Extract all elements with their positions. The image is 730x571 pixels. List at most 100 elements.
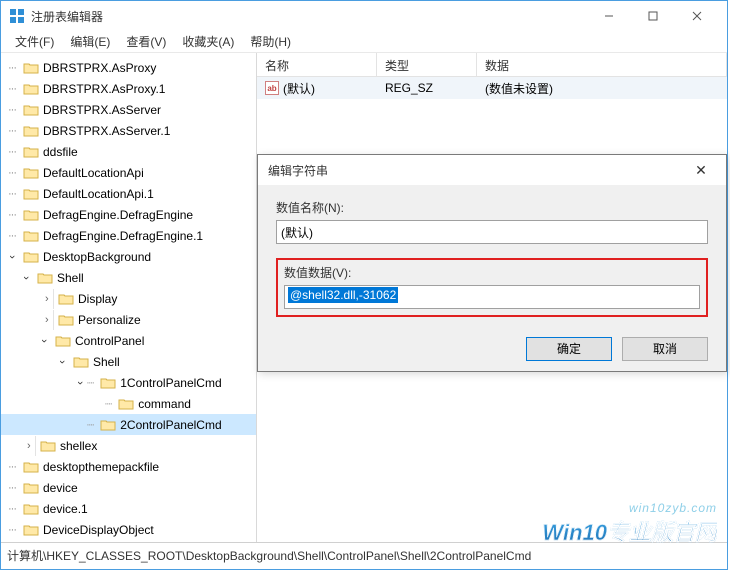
tree-pane[interactable]: DBRSTPRX.AsProxy DBRSTPRX.AsProxy.1 DBRSTP… [1,53,257,542]
tree-item[interactable]: Personalize [1,309,256,330]
menu-file[interactable]: 文件(F) [7,31,62,52]
expander-icon[interactable] [5,209,19,221]
tree-item[interactable]: Display [1,288,256,309]
edit-string-dialog: 编辑字符串 ✕ 数值名称(N): 数值数据(V): @shell32.dll,-… [257,154,727,372]
tree-item-label: DBRSTPRX.AsServer [43,103,161,117]
column-type[interactable]: 类型 [377,53,477,76]
dialog-buttons: 确定 取消 [276,331,708,361]
ok-button[interactable]: 确定 [526,337,612,361]
tree-item[interactable]: DBRSTPRX.AsProxy.1 [1,78,256,99]
expander-icon[interactable] [5,524,19,536]
content-area: DBRSTPRX.AsProxy DBRSTPRX.AsProxy.1 DBRSTP… [1,53,727,542]
tree-item-label: ddsfile [43,145,78,159]
tree-item[interactable]: ControlPanel [1,330,256,351]
expander-icon[interactable] [37,310,54,330]
expander-icon[interactable] [5,62,19,74]
expander-icon[interactable] [5,125,19,137]
value-name: (默认) [283,80,315,97]
dialog-titlebar[interactable]: 编辑字符串 ✕ [258,155,726,185]
expander-icon[interactable] [5,503,19,515]
expander-icon[interactable] [73,377,87,389]
tree-item[interactable]: ┈1ControlPanelCmd [1,372,256,393]
tree-item-label: Shell [57,271,84,285]
list-pane[interactable]: 名称 类型 数据 ab (默认) REG_SZ(数值未设置) 编辑字符串 ✕ 数值名… [257,53,727,542]
tree-item-label: DefaultLocationApi.1 [43,187,154,201]
cancel-button[interactable]: 取消 [622,337,708,361]
tree-item-label: Shell [93,355,120,369]
tree-item-label: DefaultLocationApi [43,166,144,180]
tree-item[interactable]: ┈command [1,393,256,414]
list-row[interactable]: ab (默认) REG_SZ(数值未设置) [257,77,727,99]
column-data[interactable]: 数据 [477,53,727,76]
expander-icon[interactable] [19,436,36,456]
tree-item-label: device.1 [43,502,88,516]
tree-item[interactable]: ┈2ControlPanelCmd [1,414,256,435]
tree-item-label: 2ControlPanelCmd [120,418,221,432]
menu-edit[interactable]: 编辑(E) [62,31,118,52]
column-name[interactable]: 名称 [257,53,377,76]
value-type: REG_SZ [377,81,477,95]
tree-item[interactable]: DefaultLocationApi [1,162,256,183]
tree-item[interactable]: Shell [1,267,256,288]
value-name-input[interactable] [276,220,708,244]
window-title: 注册表编辑器 [31,8,587,25]
dialog-body: 数值名称(N): 数值数据(V): @shell32.dll,-31062 确定… [258,185,726,371]
tree-item-label: 1ControlPanelCmd [120,376,221,390]
string-icon: ab [265,81,279,95]
tree-item[interactable]: shellex [1,435,256,456]
statusbar: 计算机\HKEY_CLASSES_ROOT\DesktopBackground\… [1,542,727,568]
tree-item[interactable]: DBRSTPRX.AsServer [1,99,256,120]
tree-item-label: Personalize [78,313,141,327]
tree-item-label: DefragEngine.DefragEngine.1 [43,229,203,243]
value-data-label: 数值数据(V): [284,264,700,281]
app-icon [9,8,25,24]
tree-item-label: DBRSTPRX.AsProxy [43,61,156,75]
tree-item-label: desktopthemepackfile [43,460,159,474]
close-button[interactable] [675,2,719,30]
expander-icon[interactable] [5,230,19,242]
minimize-button[interactable] [587,2,631,30]
value-name-label: 数值名称(N): [276,199,708,216]
tree-item[interactable]: ddsfile [1,141,256,162]
value-data-input[interactable] [284,285,700,309]
tree-item-label: DeviceDisplayObject [43,523,154,537]
expander-icon[interactable] [19,272,33,284]
expander-icon[interactable] [37,335,51,347]
list-rows: ab (默认) REG_SZ(数值未设置) [257,77,727,99]
tree-item-label: DBRSTPRX.AsProxy.1 [43,82,165,96]
tree-item[interactable]: Shell [1,351,256,372]
expander-icon[interactable] [5,167,19,179]
expander-icon[interactable] [5,146,19,158]
menu-view[interactable]: 查看(V) [118,31,174,52]
tree-item[interactable]: DefragEngine.DefragEngine [1,204,256,225]
menu-help[interactable]: 帮助(H) [242,31,299,52]
tree-item[interactable]: desktopthemepackfile [1,456,256,477]
window-controls [587,2,719,30]
titlebar[interactable]: 注册表编辑器 [1,1,727,31]
tree-item[interactable]: DefragEngine.DefragEngine.1 [1,225,256,246]
expander-icon[interactable] [5,461,19,473]
expander-icon[interactable] [5,104,19,116]
tree-item[interactable]: DefaultLocationApi.1 [1,183,256,204]
tree-item-label: ControlPanel [75,334,144,348]
expander-icon[interactable] [5,188,19,200]
expander-icon[interactable] [37,289,54,309]
tree-item-label: DBRSTPRX.AsServer.1 [43,124,170,138]
tree-item[interactable]: device [1,477,256,498]
expander-icon[interactable] [5,83,19,95]
expander-icon[interactable] [5,251,19,263]
dialog-close-button[interactable]: ✕ [686,162,716,179]
value-data: (数值未设置) [477,80,727,97]
expander-icon[interactable] [5,482,19,494]
tree-item[interactable]: DeviceDisplayObject [1,519,256,540]
tree-item-label: shellex [60,439,97,453]
tree-item[interactable]: DBRSTPRX.AsServer.1 [1,120,256,141]
tree-item[interactable]: DeviceRect.DeviceRect [1,540,256,542]
expander-icon[interactable] [55,356,69,368]
menu-favorites[interactable]: 收藏夹(A) [174,31,242,52]
dialog-title: 编辑字符串 [268,162,686,179]
tree-item[interactable]: DesktopBackground [1,246,256,267]
tree-item[interactable]: device.1 [1,498,256,519]
maximize-button[interactable] [631,2,675,30]
tree-item[interactable]: DBRSTPRX.AsProxy [1,57,256,78]
